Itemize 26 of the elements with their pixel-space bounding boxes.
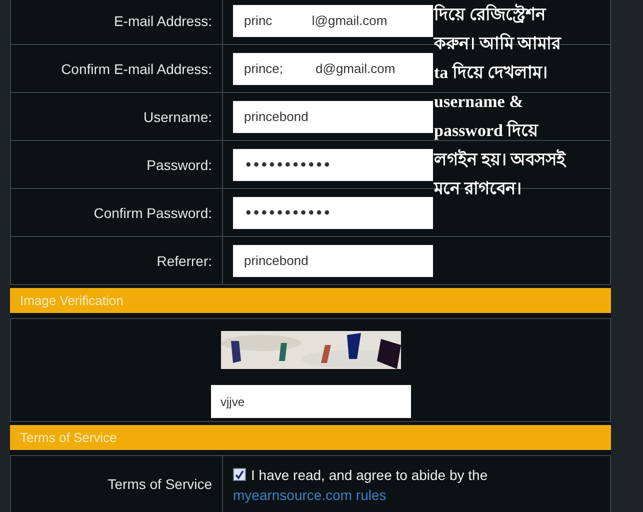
field-label: E-mail Address: [114, 12, 212, 28]
annotation-text: password দিয়ে [434, 119, 540, 142]
field-label: Confirm Password: [94, 204, 212, 220]
annotation-text: ta দিয়ে দেখলাম। [434, 61, 549, 84]
password-field[interactable]: ••••••••••• [233, 148, 433, 180]
password-field[interactable]: ••••••••••• [233, 196, 433, 228]
text-field[interactable]: princebond [233, 244, 433, 276]
agreement-text: I have read, and agree to abide by the [251, 467, 488, 483]
annotation-text: লগইন হয়। অবসসই [434, 148, 566, 171]
text-field[interactable]: prince; d@gmail.com [233, 52, 433, 84]
rules-link[interactable]: myearnsource.com rules [233, 485, 386, 505]
annotation-text: username & [434, 91, 524, 113]
field-label: Referrer: [156, 252, 212, 268]
section-header: Image Verification [10, 288, 611, 313]
section-header: Terms of Service [10, 425, 611, 450]
text-field[interactable]: princebond [233, 100, 433, 132]
annotation-text: দিয়ে রেজিস্ট্রেশন [434, 2, 548, 26]
text-field[interactable]: princ l@gmail.com [233, 4, 433, 36]
annotation-text: মনে রাগবেন। [434, 178, 522, 200]
checkbox[interactable] [233, 468, 246, 481]
captcha-field[interactable]: vjjve [210, 385, 410, 418]
field-label: Username: [144, 108, 212, 124]
field-label: Terms of Service [108, 476, 212, 492]
field-label: Confirm E-mail Address: [61, 60, 212, 76]
annotation-text: করুন। আমি আমার [434, 32, 562, 55]
field-label: Password: [146, 156, 212, 172]
